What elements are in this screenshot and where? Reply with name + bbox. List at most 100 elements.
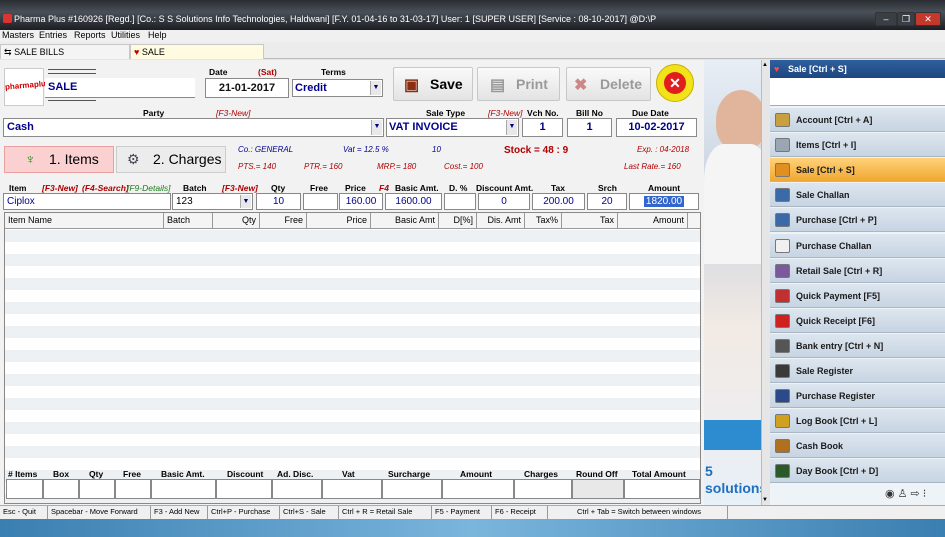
entry-price-header: Price [345, 183, 366, 193]
close-window-button[interactable]: ✕ [915, 12, 941, 26]
panel-item[interactable]: Items [Ctrl + I] [770, 133, 945, 158]
basic-amt-input[interactable]: 1600.00 [385, 193, 442, 210]
charges-tab-button[interactable]: ⚙ 2. Charges [116, 146, 226, 173]
panel-item[interactable]: Purchase Challan [770, 233, 945, 258]
col-tax-percent[interactable]: Tax% [525, 213, 562, 229]
panel-item[interactable]: Day Book [Ctrl + D] [770, 459, 945, 484]
person-icon[interactable]: ♙ [898, 488, 911, 500]
col-tax[interactable]: Tax [562, 213, 618, 229]
export-icon[interactable]: ⇨ [910, 488, 922, 500]
batch-select[interactable]: 123 ▼ [172, 193, 253, 210]
col-dis-amt[interactable]: Dis. Amt [477, 213, 525, 229]
menu-help[interactable]: Help [148, 30, 167, 40]
grid-row[interactable] [5, 410, 700, 422]
col-qty[interactable]: Qty [213, 213, 260, 229]
srch-input[interactable]: 20 [587, 193, 627, 210]
menu-entries[interactable]: Entries [39, 30, 67, 40]
grid-row[interactable] [5, 350, 700, 362]
terms-select[interactable]: Credit ▼ [292, 79, 383, 97]
scrollbar[interactable]: ▲ ▼ [761, 60, 770, 505]
print-button[interactable]: ▤ Print [477, 67, 560, 101]
panel-item[interactable]: Purchase Register [770, 384, 945, 409]
col-disc-percent[interactable]: D[%] [439, 213, 477, 229]
more-icon[interactable]: ⁝ [923, 488, 930, 500]
panel-item[interactable]: Bank entry [Ctrl + N] [770, 333, 945, 358]
grid-row[interactable] [5, 290, 700, 302]
party-select[interactable]: Cash ▼ [3, 118, 384, 137]
grid-row[interactable] [5, 422, 700, 434]
total-basic-field [151, 479, 216, 499]
grid-row[interactable] [5, 386, 700, 398]
qty-input[interactable]: 10 [256, 193, 301, 210]
price-f4-hint: F4 [379, 183, 389, 193]
panel-item[interactable]: Quick Payment [F5] [770, 283, 945, 308]
vch-field[interactable]: 1 [522, 118, 563, 137]
eye-icon[interactable]: ◉ [885, 488, 898, 500]
close-form-button[interactable]: ✕ [656, 64, 694, 102]
grid-row[interactable] [5, 302, 700, 314]
col-item-name[interactable]: Item Name [5, 213, 164, 229]
grid-row[interactable] [5, 446, 700, 458]
grid-row[interactable] [5, 374, 700, 386]
bill-field[interactable]: 1 [567, 118, 612, 137]
panel-search-area[interactable] [770, 78, 945, 106]
menu-reports[interactable]: Reports [74, 30, 106, 40]
tab-sale[interactable]: ♥ SALE [130, 44, 264, 59]
panel-item[interactable]: Sale Challan [770, 183, 945, 208]
items-grid[interactable]: Item Name Batch Qty Free Price Basic Amt… [4, 212, 701, 504]
panel-item[interactable]: Purchase [Ctrl + P] [770, 208, 945, 233]
disc-amt-input[interactable]: 0 [478, 193, 530, 210]
delete-button[interactable]: ✖ Delete [566, 67, 651, 101]
col-basic-amt[interactable]: Basic Amt [371, 213, 439, 229]
panel-item[interactable]: Sale Register [770, 359, 945, 383]
grid-row[interactable] [5, 398, 700, 410]
grid-row[interactable] [5, 266, 700, 278]
grid-row[interactable] [5, 326, 700, 338]
col-free[interactable]: Free [260, 213, 307, 229]
grid-row[interactable] [5, 314, 700, 326]
grid-row[interactable] [5, 338, 700, 350]
free-input[interactable] [303, 193, 338, 210]
scroll-down-icon[interactable]: ▼ [762, 497, 768, 503]
panel-item[interactable]: Sale [Ctrl + S] [770, 158, 945, 183]
menu-masters[interactable]: Masters [2, 30, 34, 40]
col-price[interactable]: Price [307, 213, 371, 229]
restore-button[interactable]: ❐ [897, 12, 915, 26]
grid-row[interactable] [5, 362, 700, 374]
grand-total-field [624, 479, 700, 499]
doc-type-field[interactable]: SALE [45, 78, 195, 98]
grid-row[interactable] [5, 434, 700, 446]
panel-item[interactable]: Log Book [Ctrl + L] [770, 409, 945, 434]
menu-utilities[interactable]: Utilities [111, 30, 140, 40]
panel-item[interactable]: Quick Receipt [F6] [770, 308, 945, 333]
minimize-button[interactable]: – [875, 12, 897, 26]
panel-item[interactable]: Account [Ctrl + A] [770, 108, 945, 132]
tab-sale-bills[interactable]: ⇆ SALE BILLS [0, 44, 130, 59]
grid-row[interactable] [5, 278, 700, 290]
heart-icon: ♥ [134, 47, 140, 57]
entry-batch-header: Batch [183, 183, 207, 193]
panel-item[interactable]: Cash Book [770, 434, 945, 459]
scroll-up-icon[interactable]: ▲ [762, 62, 768, 68]
col-batch[interactable]: Batch [164, 213, 213, 229]
company-info: Co.: GENERAL [238, 145, 294, 154]
tax-input[interactable]: 200.00 [532, 193, 585, 210]
date-field[interactable]: 21-01-2017 [205, 78, 289, 98]
items-icon [775, 138, 790, 153]
panel-item[interactable]: Retail Sale [Ctrl + R] [770, 258, 945, 283]
save-button[interactable]: ▣ Save [393, 67, 473, 101]
sale-type-select[interactable]: VAT INVOICE ▼ [386, 118, 519, 137]
total-amount-col-label: Amount [460, 469, 493, 479]
item-input[interactable]: Ciplox [3, 193, 171, 210]
grid-row[interactable] [5, 254, 700, 266]
price-input[interactable]: 160.00 [339, 193, 383, 210]
total-basic-label: Basic Amt. [161, 469, 205, 479]
grid-row[interactable] [5, 230, 700, 242]
col-amount[interactable]: Amount [618, 213, 688, 229]
items-tab-button[interactable]: ♆ 1. Items [4, 146, 114, 173]
due-date-field[interactable]: 10-02-2017 [616, 118, 697, 137]
disc-percent-input[interactable] [444, 193, 476, 210]
round-off-field [572, 479, 624, 499]
grid-row[interactable] [5, 242, 700, 254]
amount-input[interactable]: 1820.00 [629, 193, 699, 210]
